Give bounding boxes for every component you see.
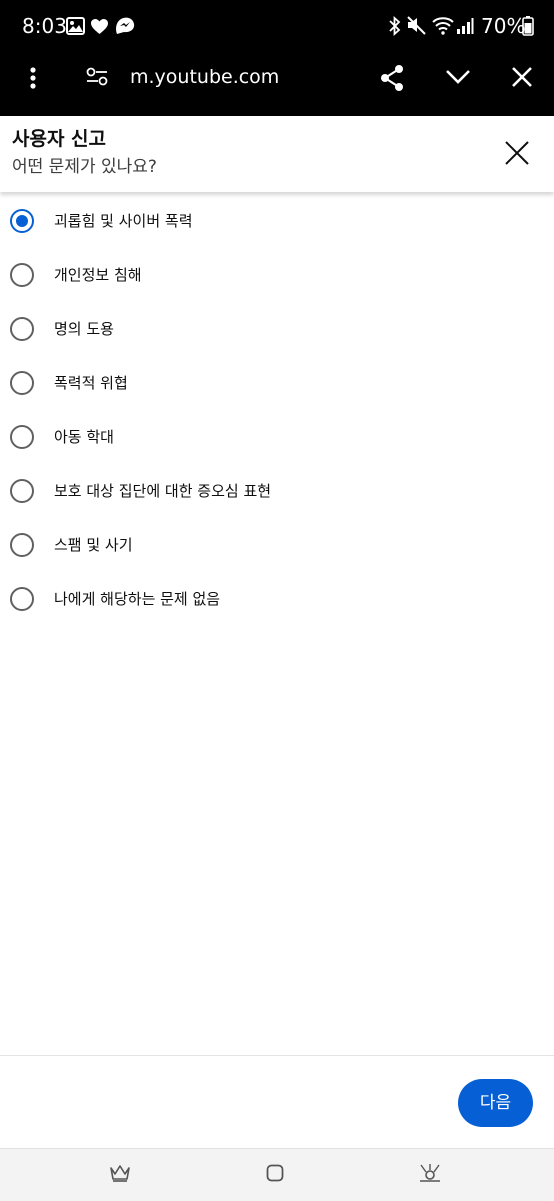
url-bar[interactable]: m.youtube.com (130, 63, 279, 91)
option-label: 괴롭힘 및 사이버 폭력 (54, 212, 193, 230)
option-label: 스팸 및 사기 (54, 536, 133, 554)
next-button[interactable]: 다음 (458, 1079, 533, 1127)
option-label: 보호 대상 집단에 대한 증오심 표현 (54, 482, 272, 500)
signal-icon (456, 17, 474, 35)
bluetooth-icon (388, 16, 402, 36)
battery-icon (522, 16, 534, 36)
share-icon[interactable] (379, 64, 405, 92)
chevron-down-icon[interactable] (445, 68, 471, 86)
radio-button[interactable] (10, 479, 34, 503)
gallery-icon (66, 17, 85, 35)
radio-button[interactable] (10, 317, 34, 341)
battery-percent: 70% (481, 14, 526, 38)
option-hate-speech[interactable]: 보호 대상 집단에 대한 증오심 표현 (0, 464, 554, 518)
wifi-icon (432, 16, 454, 35)
report-subtitle: 어떤 문제가 있나요? (12, 157, 157, 177)
site-settings-icon[interactable] (86, 67, 108, 87)
option-harassment[interactable]: 괴롭힘 및 사이버 폭력 (0, 194, 554, 248)
option-spam-scams[interactable]: 스팸 및 사기 (0, 518, 554, 572)
option-label: 아동 학대 (54, 428, 114, 446)
dialog-close-icon[interactable] (504, 140, 530, 166)
radio-button[interactable] (10, 425, 34, 449)
option-label: 나에게 해당하는 문제 없음 (54, 590, 221, 608)
home-icon[interactable] (266, 1164, 284, 1182)
status-time: 8:03 (22, 14, 67, 38)
heart-icon (90, 18, 109, 35)
radio-button[interactable] (10, 263, 34, 287)
radio-selected[interactable] (10, 209, 34, 233)
crown-icon[interactable] (109, 1164, 131, 1182)
option-child-abuse[interactable]: 아동 학대 (0, 410, 554, 464)
option-label: 명의 도용 (54, 320, 114, 338)
report-title: 사용자 신고 (12, 128, 107, 150)
option-privacy[interactable]: 개인정보 침해 (0, 248, 554, 302)
radio-dot (16, 215, 28, 227)
close-icon[interactable] (511, 66, 533, 88)
footer-divider (0, 1055, 554, 1056)
option-violent-threats[interactable]: 폭력적 위협 (0, 356, 554, 410)
mute-icon (406, 15, 427, 35)
menu-icon[interactable] (29, 66, 37, 90)
option-impersonation[interactable]: 명의 도용 (0, 302, 554, 356)
radio-button[interactable] (10, 371, 34, 395)
messenger-icon (114, 16, 136, 36)
radio-button[interactable] (10, 587, 34, 611)
option-label: 폭력적 위협 (54, 374, 128, 392)
option-none-apply[interactable]: 나에게 해당하는 문제 없음 (0, 572, 554, 626)
radio-button[interactable] (10, 533, 34, 557)
accessibility-icon[interactable] (417, 1162, 443, 1184)
option-label: 개인정보 침해 (54, 266, 142, 284)
